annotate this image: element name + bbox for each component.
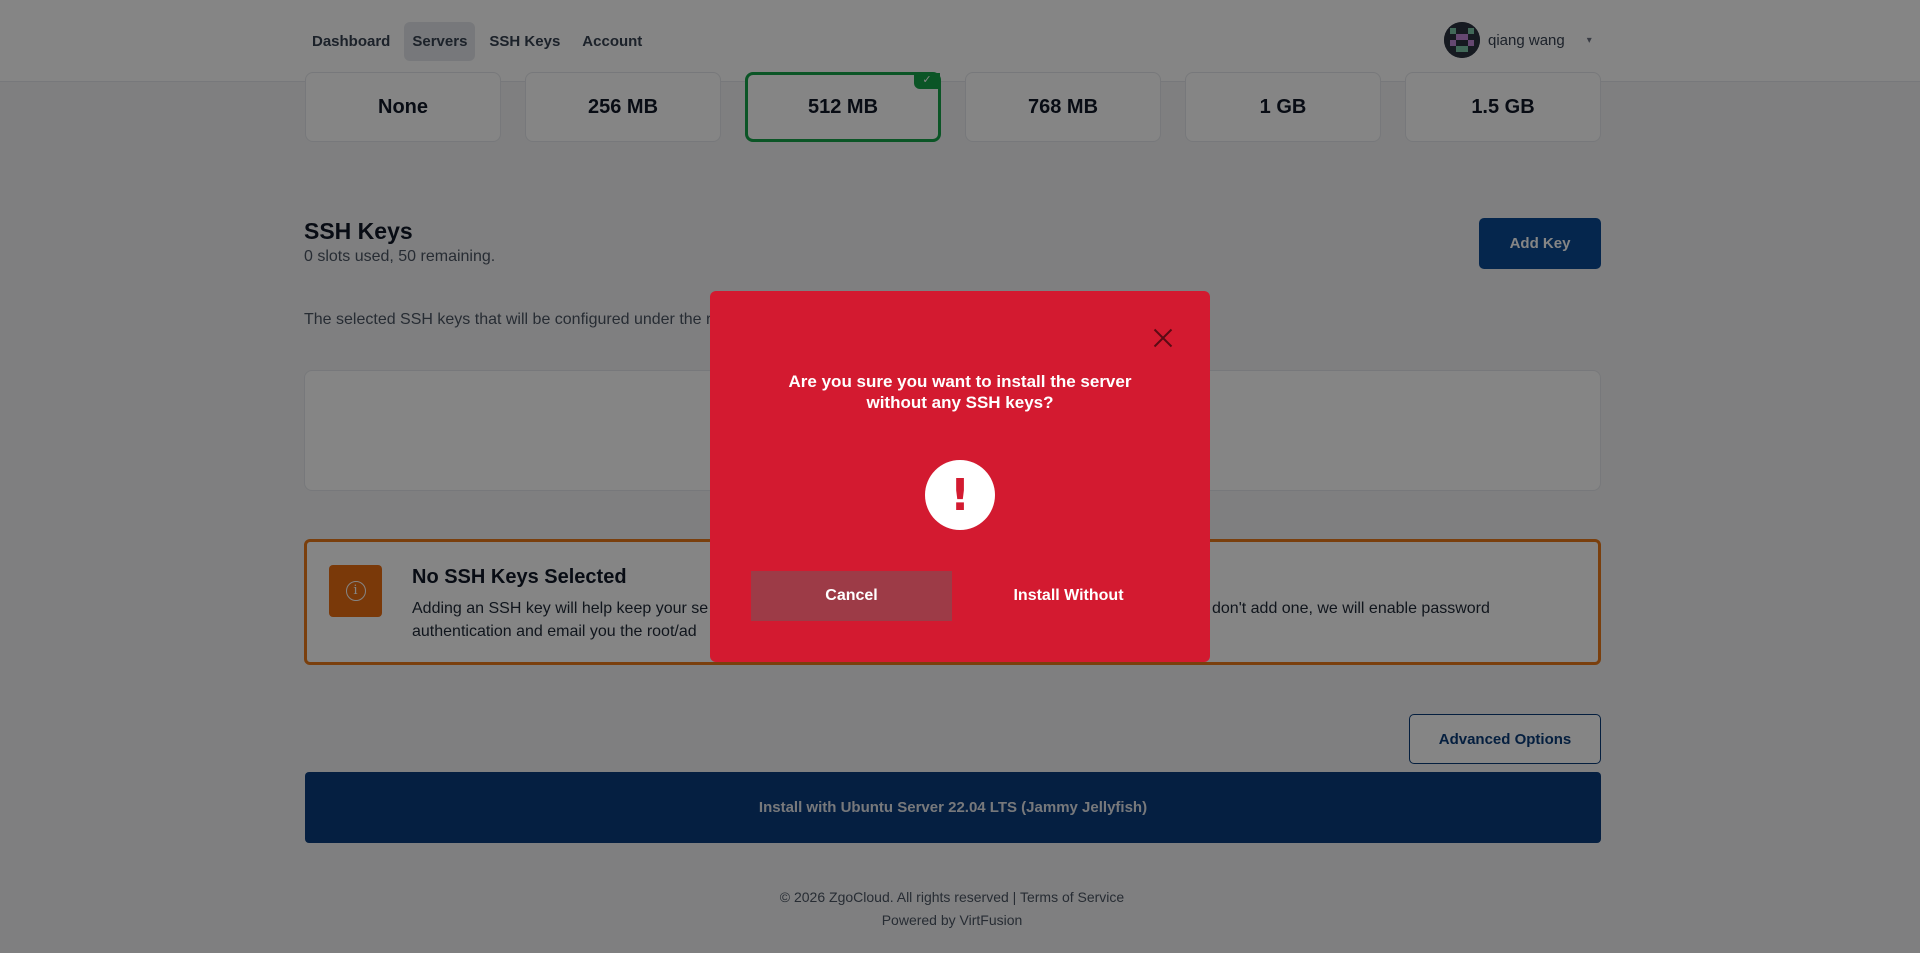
cancel-button[interactable]: Cancel <box>751 571 952 621</box>
exclamation-icon: ! <box>925 460 995 530</box>
close-icon[interactable] <box>1152 327 1174 349</box>
install-without-button[interactable]: Install Without <box>968 571 1169 621</box>
modal-title: Are you sure you want to install the ser… <box>788 372 1132 412</box>
confirm-modal: Are you sure you want to install the ser… <box>710 291 1210 662</box>
